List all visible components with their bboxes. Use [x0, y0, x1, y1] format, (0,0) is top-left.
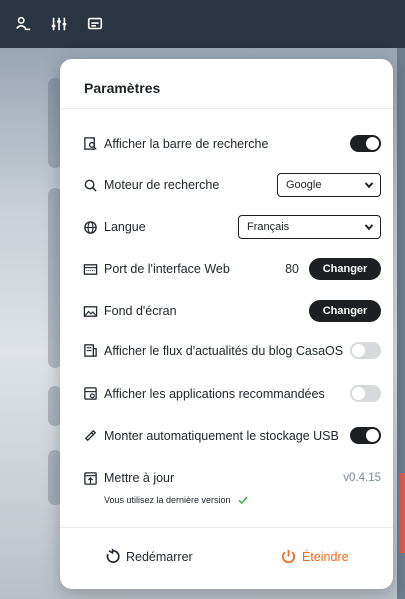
- setting-usb-mount: Monter automatiquement le stockage USB: [82, 427, 381, 444]
- version-text: v0.4.15: [343, 472, 381, 484]
- recommended-apps-toggle[interactable]: [350, 385, 381, 402]
- image-icon: [82, 303, 98, 319]
- panel-footer: Redémarrer Éteindre: [60, 527, 393, 589]
- change-port-button[interactable]: Changer: [309, 258, 381, 280]
- setting-language: Langue Français: [82, 215, 381, 239]
- select-value: Google: [286, 179, 322, 191]
- setting-label: Langue: [104, 220, 146, 234]
- top-bar: [0, 0, 405, 48]
- search-bar-toggle[interactable]: [350, 135, 381, 152]
- sliders-icon[interactable]: [48, 13, 70, 35]
- select-value: Français: [247, 221, 290, 233]
- blog-feed-toggle[interactable]: [350, 342, 381, 359]
- setting-label: Port de l'interface Web: [104, 262, 230, 276]
- widget-icon[interactable]: [84, 13, 106, 35]
- chevron-down-icon: [364, 224, 374, 231]
- check-icon: [238, 496, 248, 505]
- setting-label: Moteur de recherche: [104, 178, 220, 192]
- setting-search-bar: Afficher la barre de recherche: [82, 135, 381, 152]
- user-icon[interactable]: [12, 13, 34, 35]
- restart-button[interactable]: Redémarrer: [104, 548, 193, 565]
- setting-blog-feed: Afficher le flux d'actualités du blog Ca…: [82, 342, 381, 359]
- chevron-down-icon: [364, 182, 374, 189]
- restart-icon: [106, 548, 120, 563]
- globe-icon: [82, 219, 98, 235]
- update-status: Vous utilisez la dernière version: [104, 494, 249, 506]
- apps-icon: [82, 386, 98, 402]
- search-icon: [82, 177, 98, 193]
- setting-label: Mettre à jour: [104, 471, 175, 485]
- setting-recommended-apps: Afficher les applications recommandées: [82, 385, 381, 402]
- setting-label: Afficher les applications recommandées: [104, 386, 325, 401]
- http-icon: [82, 261, 98, 277]
- power-icon: [282, 549, 295, 564]
- shutdown-button[interactable]: Éteindre: [280, 548, 349, 565]
- restart-label: Redémarrer: [126, 549, 193, 564]
- port-value: 80: [285, 262, 299, 276]
- search-box-icon: [82, 136, 98, 152]
- usb-icon: [82, 428, 98, 444]
- usb-mount-toggle[interactable]: [350, 427, 381, 444]
- shutdown-label: Éteindre: [302, 549, 349, 564]
- panel-title: Paramètres: [60, 59, 393, 109]
- setting-update: Mettre à jour v0.4.15: [82, 470, 381, 486]
- language-select[interactable]: Français: [238, 215, 381, 239]
- setting-label: Fond d'écran: [104, 304, 177, 318]
- news-icon: [82, 343, 98, 359]
- setting-label: Monter automatiquement le stockage USB: [104, 428, 339, 443]
- setting-web-port: Port de l'interface Web 80 Changer: [82, 258, 381, 280]
- change-wallpaper-button[interactable]: Changer: [309, 300, 381, 322]
- search-engine-select[interactable]: Google: [277, 173, 381, 197]
- update-icon: [82, 470, 98, 486]
- background-accent: [399, 473, 405, 553]
- update-status-text: Vous utilisez la dernière version: [104, 495, 231, 505]
- settings-panel: Paramètres Afficher la barre de recherch…: [60, 59, 393, 589]
- setting-label: Afficher le flux d'actualités du blog Ca…: [104, 343, 344, 358]
- setting-wallpaper: Fond d'écran Changer: [82, 300, 381, 322]
- setting-label: Afficher la barre de recherche: [104, 136, 269, 151]
- setting-search-engine: Moteur de recherche Google: [82, 173, 381, 197]
